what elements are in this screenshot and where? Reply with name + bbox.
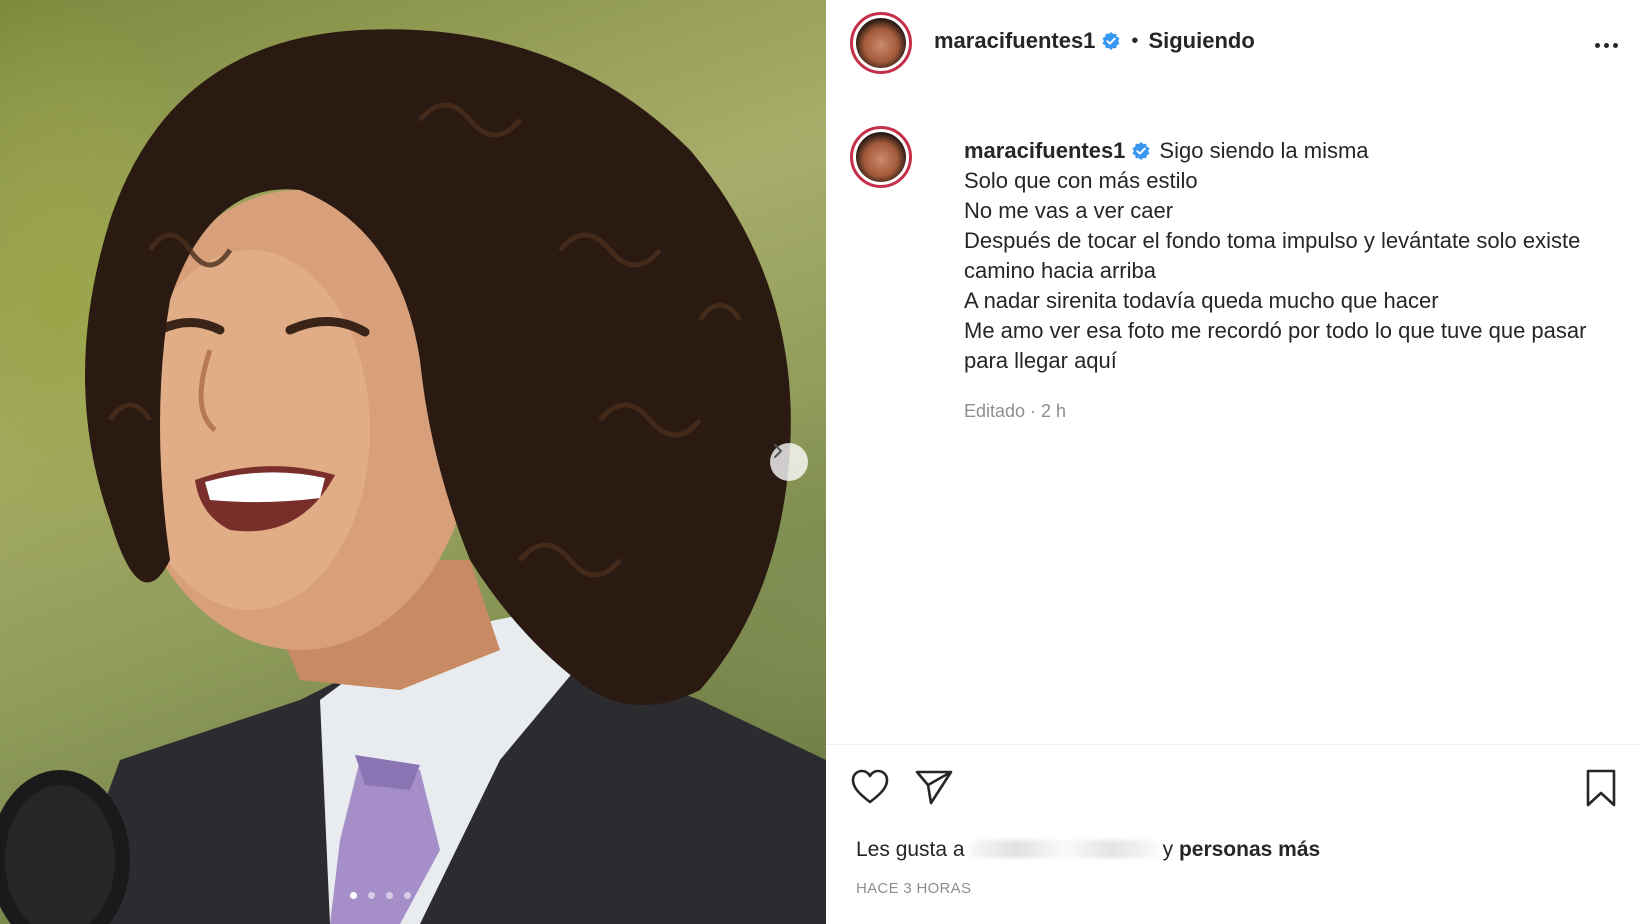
divider [826, 744, 1640, 745]
carousel-dots [350, 892, 411, 899]
verified-badge-icon [1132, 142, 1150, 160]
more-options-icon[interactable] [1586, 30, 1626, 60]
avatar-image [856, 18, 906, 68]
edited-timestamp: Editado · 2 h [964, 401, 1067, 421]
chevron-right-icon [774, 444, 782, 458]
following-button[interactable]: Siguiendo [1148, 28, 1254, 54]
caption-username[interactable]: maracifuentes1 [964, 136, 1125, 166]
caption-body: maracifuentes1 Sigo siendo la misma Solo… [964, 136, 1624, 426]
header-username[interactable]: maracifuentes1 [934, 28, 1095, 54]
caption-line: camino hacia arriba [964, 258, 1156, 283]
likes-suffix-bold: personas más [1178, 838, 1321, 861]
caption-line: No me vas a ver caer [964, 198, 1174, 223]
instagram-post: maracifuentes1 • Siguiendo maracifuentes… [0, 0, 1640, 924]
likes-suffix-plain: y [1162, 838, 1174, 861]
carousel-dot-4[interactable] [404, 892, 411, 899]
header-separator: • [1131, 29, 1139, 52]
avatar[interactable] [850, 12, 912, 74]
carousel-dot-3[interactable] [386, 892, 393, 899]
action-bar [850, 768, 1620, 812]
caption-line: Me amo ver esa foto me recordó por todo … [964, 318, 1587, 343]
caption-line: Después de tocar el fondo toma impulso y… [964, 228, 1581, 253]
bookmark-icon[interactable] [1584, 768, 1618, 808]
post-side-panel: maracifuentes1 • Siguiendo maracifuentes… [826, 0, 1640, 924]
likes-summary[interactable]: Les gusta a y personas más [856, 838, 1320, 862]
carousel-dot-2[interactable] [368, 892, 375, 899]
post-time-ago: HACE 3 HORAS [856, 880, 972, 897]
verified-badge-icon [1102, 32, 1120, 50]
send-icon[interactable] [914, 768, 954, 806]
carousel-dot-1[interactable] [350, 892, 357, 899]
heart-icon[interactable] [850, 768, 890, 806]
caption-first-line: maracifuentes1 Sigo siendo la misma [964, 136, 1624, 166]
blurred-usernames [968, 840, 1159, 858]
caption-line: Sigo siendo la misma [1159, 138, 1369, 163]
post-photo[interactable] [0, 0, 826, 924]
caption-line: para llegar aquí [964, 348, 1117, 373]
caption-line: Solo que con más estilo [964, 168, 1198, 193]
caption-line: A nadar sirenita todavía queda mucho que… [964, 288, 1439, 313]
caption-avatar-image [856, 132, 906, 182]
likes-prefix: Les gusta a [856, 838, 965, 861]
header-text: maracifuentes1 • Siguiendo [934, 28, 1255, 54]
caption-avatar[interactable] [850, 126, 912, 188]
post-header: maracifuentes1 • Siguiendo [826, 0, 1640, 96]
photo-illustration [0, 29, 826, 924]
carousel-next-button[interactable] [770, 443, 808, 481]
